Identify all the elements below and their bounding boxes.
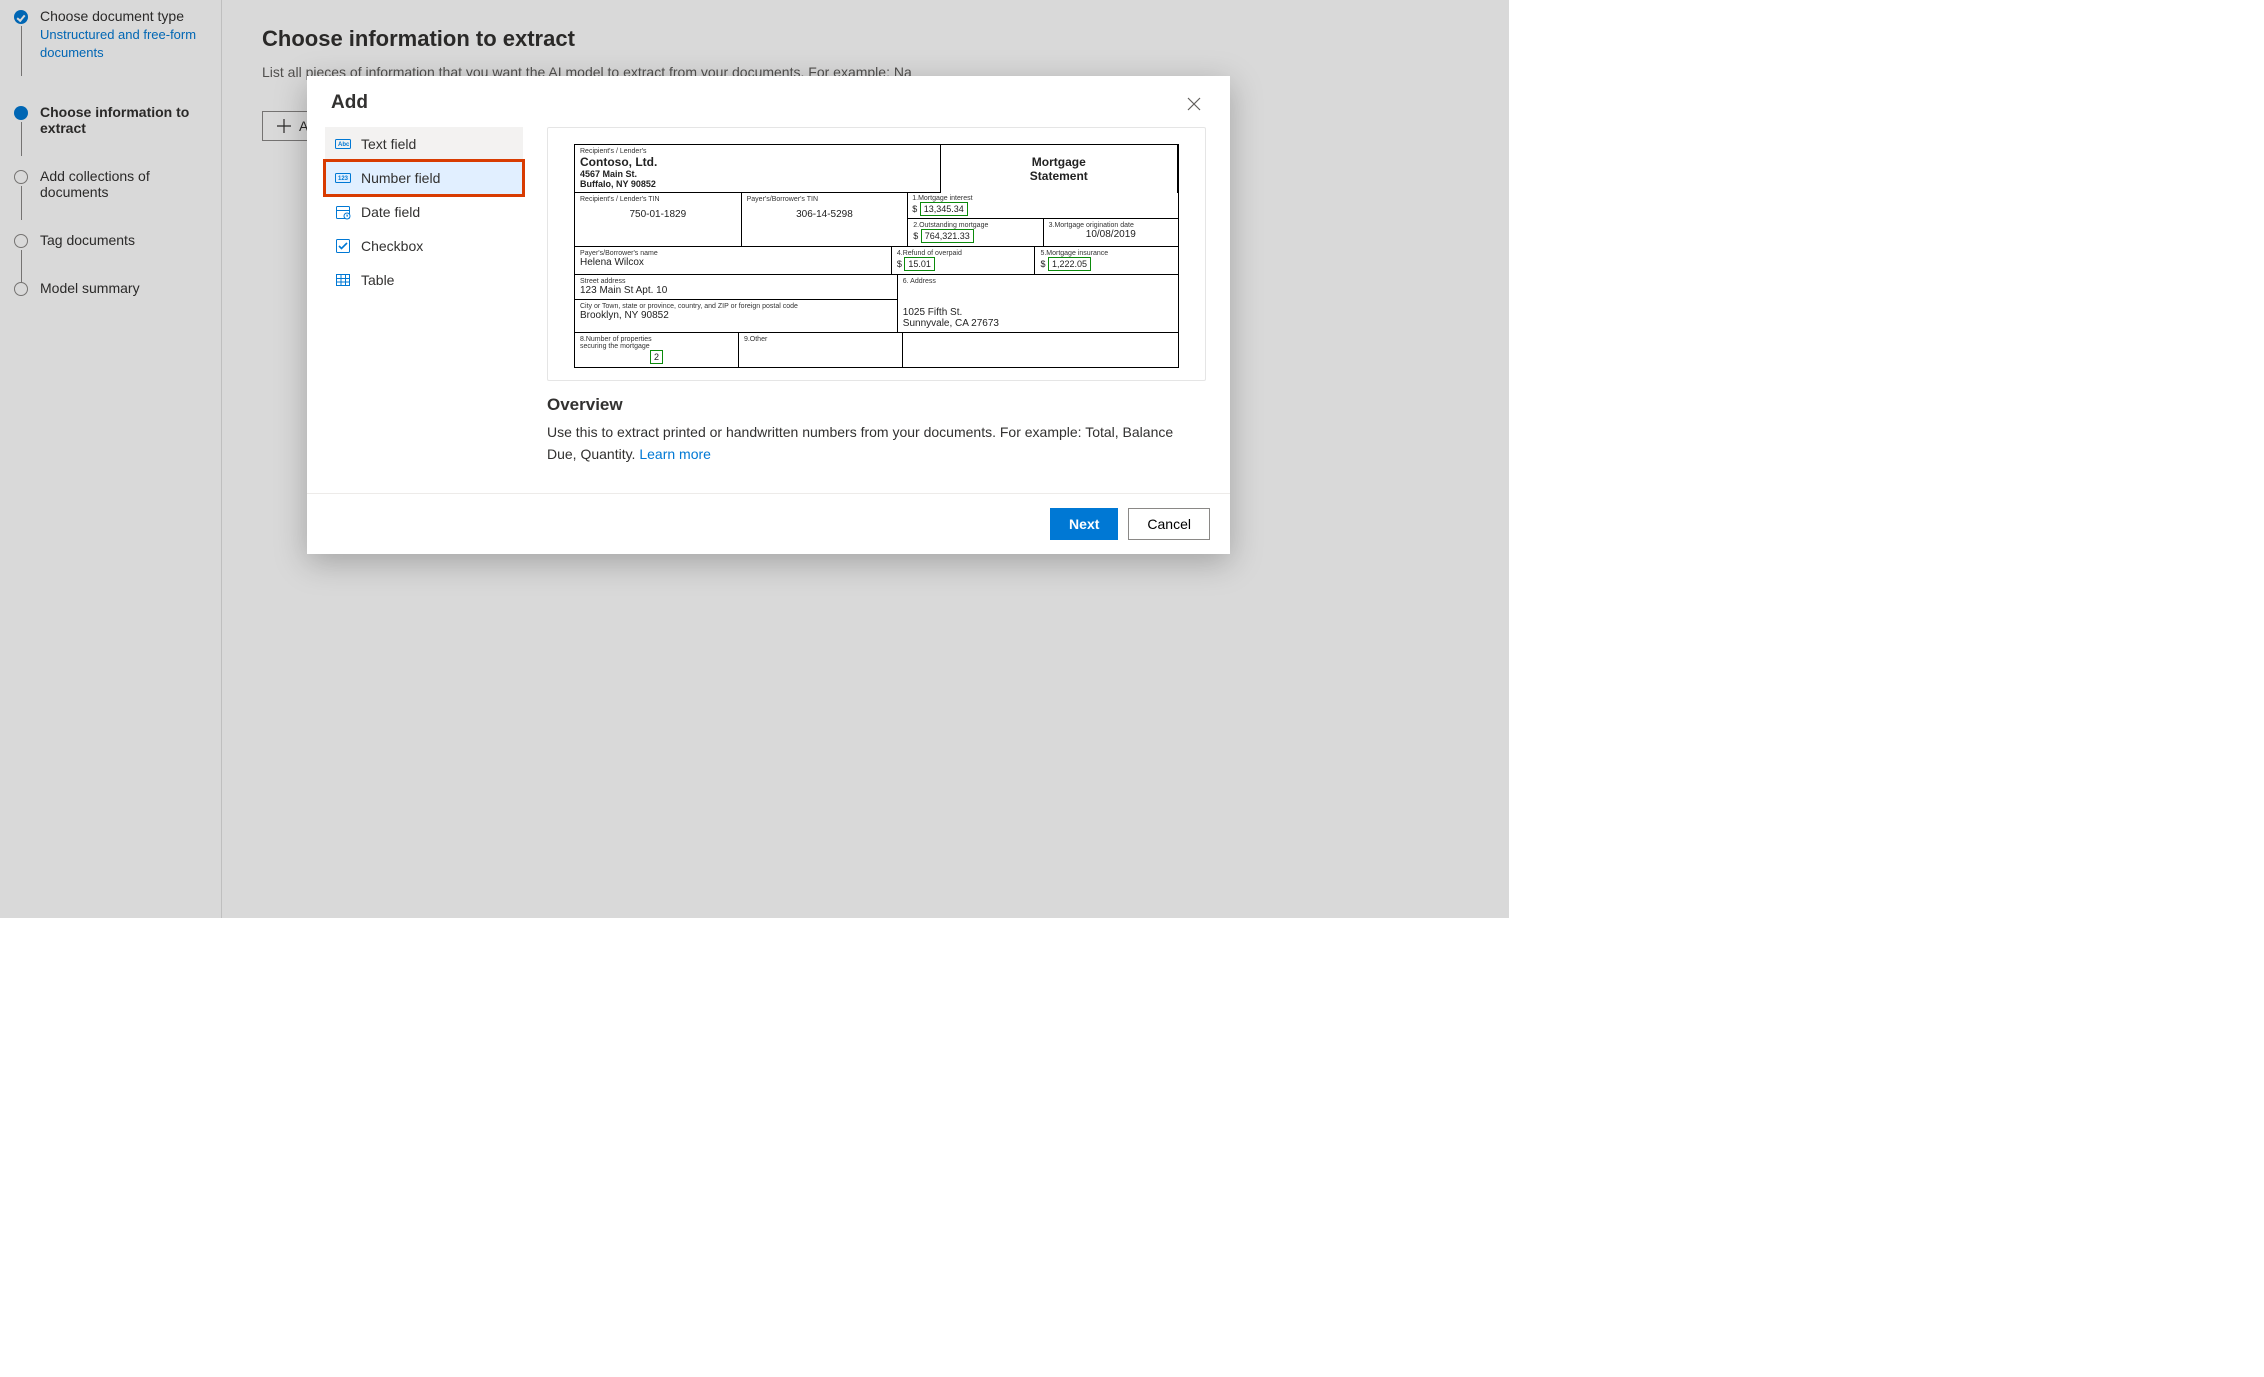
doc-company: Contoso, Ltd. — [580, 155, 935, 169]
field-type-label: Text field — [361, 136, 416, 152]
doc-title-line2: Statement — [1030, 169, 1088, 183]
field-type-table[interactable]: Table — [325, 263, 523, 297]
highlighted-number: 15.01 — [904, 257, 935, 271]
doc-value: 1025 Fifth St. — [903, 307, 1173, 318]
doc-label: City or Town, state or province, country… — [580, 303, 892, 310]
doc-value: Brooklyn, NY 90852 — [580, 310, 892, 321]
doc-value: 306-14-5298 — [747, 209, 903, 220]
doc-label: 8.Number of properties securing the mort… — [580, 336, 670, 350]
dialog-body: Abc Text field 123 Number field Date fie… — [307, 127, 1230, 493]
highlighted-number: 13,345.34 — [920, 202, 968, 216]
overview-heading: Overview — [547, 395, 1206, 415]
doc-value: Helena Wilcox — [580, 257, 886, 268]
add-field-dialog: Add Abc Text field 123 Number field Date… — [307, 76, 1230, 554]
doc-label: 5.Mortgage insurance — [1040, 250, 1173, 257]
svg-text:123: 123 — [338, 176, 349, 182]
doc-label: Recipient's / Lender's — [580, 148, 935, 155]
text-field-icon: Abc — [335, 136, 351, 152]
highlighted-number: 1,222.05 — [1048, 257, 1091, 271]
doc-label: 3.Mortgage origination date — [1049, 222, 1173, 229]
doc-label: 2.Outstanding mortgage — [913, 222, 1037, 229]
doc-value: 123 Main St Apt. 10 — [580, 285, 892, 296]
preview-column: Recipient's / Lender's Contoso, Ltd. 456… — [547, 127, 1206, 493]
doc-label: Payer's/Borrower's TIN — [747, 196, 903, 203]
field-type-checkbox[interactable]: Checkbox — [325, 229, 523, 263]
svg-text:Abc: Abc — [338, 142, 350, 148]
learn-more-link[interactable]: Learn more — [639, 446, 711, 462]
dialog-footer: Next Cancel — [307, 493, 1230, 554]
overview-text: Use this to extract printed or handwritt… — [547, 421, 1206, 466]
field-type-date[interactable]: Date field — [325, 195, 523, 229]
close-button[interactable] — [1182, 92, 1206, 119]
field-type-label: Date field — [361, 204, 420, 220]
doc-label: 6. Address — [903, 278, 1173, 285]
doc-addr1: 4567 Main St. — [580, 169, 935, 179]
dialog-title: Add — [331, 92, 368, 114]
doc-label: Payer's/Borrower's name — [580, 250, 886, 257]
doc-label: 9.Other — [744, 336, 897, 343]
doc-value: 750-01-1829 — [580, 209, 736, 220]
doc-addr2: Buffalo, NY 90852 — [580, 179, 935, 189]
field-type-text[interactable]: Abc Text field — [325, 127, 523, 161]
field-type-label: Checkbox — [361, 238, 423, 254]
number-field-icon: 123 — [335, 170, 351, 186]
highlighted-number: 764,321.33 — [921, 229, 974, 243]
doc-label: 1.Mortgage interest — [912, 195, 1174, 202]
doc-value: 10/08/2019 — [1049, 229, 1173, 240]
doc-value: Sunnyvale, CA 27673 — [903, 318, 1173, 329]
doc-label: Recipient's / Lender's TIN — [580, 196, 736, 203]
document-preview: Recipient's / Lender's Contoso, Ltd. 456… — [547, 127, 1206, 381]
doc-title-line1: Mortgage — [1032, 155, 1086, 169]
dialog-header: Add — [307, 76, 1230, 127]
close-icon — [1186, 96, 1202, 112]
field-type-label: Number field — [361, 170, 440, 186]
checkbox-icon — [335, 238, 351, 254]
field-type-label: Table — [361, 272, 394, 288]
doc-label: Street address — [580, 278, 892, 285]
highlighted-number: 2 — [650, 350, 663, 364]
field-type-list: Abc Text field 123 Number field Date fie… — [325, 127, 523, 493]
doc-label: 4.Refund of overpaid — [897, 250, 1030, 257]
next-button[interactable]: Next — [1050, 508, 1118, 540]
field-type-number[interactable]: 123 Number field — [325, 161, 523, 195]
cancel-button[interactable]: Cancel — [1128, 508, 1210, 540]
table-icon — [335, 272, 351, 288]
date-field-icon — [335, 204, 351, 220]
